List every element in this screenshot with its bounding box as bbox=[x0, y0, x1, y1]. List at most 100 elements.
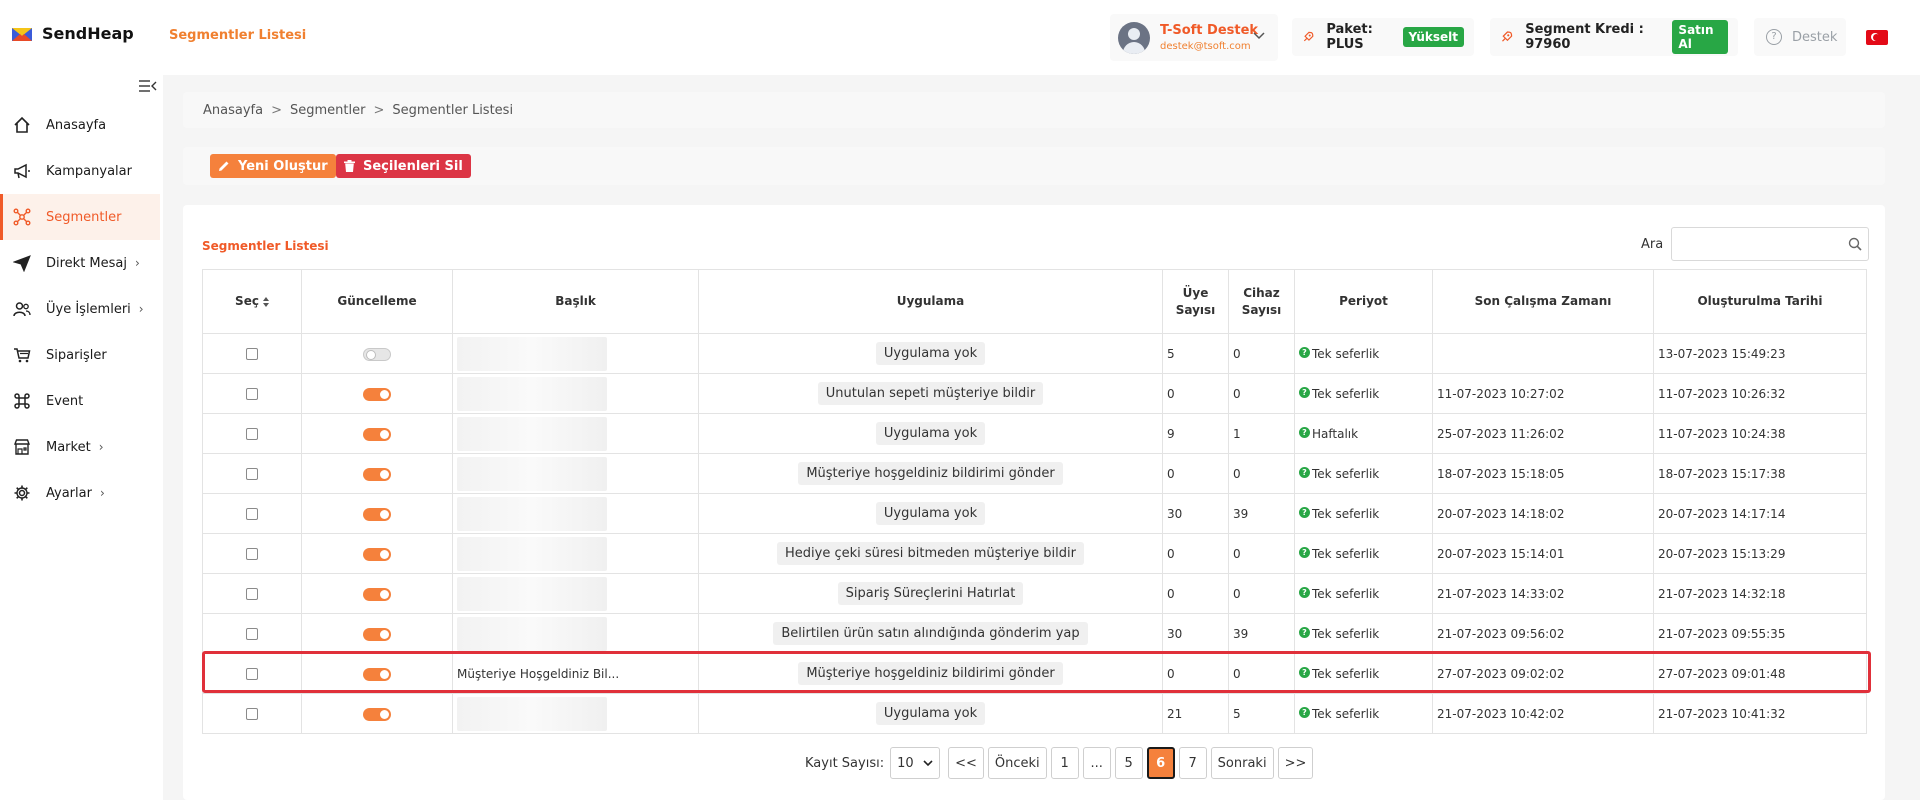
last-run-cell: 21-07-2023 09:56:02 bbox=[1432, 613, 1654, 654]
row-checkbox[interactable] bbox=[246, 428, 258, 440]
member-count-cell: 0 bbox=[1162, 533, 1229, 574]
turkish-flag-icon[interactable] bbox=[1866, 30, 1888, 45]
update-cell bbox=[301, 653, 453, 694]
breadcrumb-item-segmentler[interactable]: Segmentler bbox=[290, 103, 365, 118]
sidebar-item-kampanyalar[interactable]: Kampanyalar bbox=[0, 148, 160, 194]
application-badge: Müşteriye hoşgeldiniz bildirimi gönder bbox=[798, 462, 1063, 485]
blurred-title bbox=[457, 416, 607, 451]
column-header-select[interactable]: Seç bbox=[202, 269, 302, 334]
sidebar-item-label: Kampanyalar bbox=[46, 163, 132, 179]
sidebar-item-anasayfa[interactable]: Anasayfa bbox=[0, 102, 160, 148]
breadcrumb-item-anasayfa[interactable]: Anasayfa bbox=[203, 103, 263, 118]
table-row: Uygulama yok 21 5? Tek seferlik 21-07-2023 1… bbox=[202, 693, 1867, 734]
sidebar-item-ayarlar[interactable]: Ayarlar › bbox=[0, 470, 160, 516]
create-new-button[interactable]: Yeni Oluştur bbox=[210, 154, 336, 178]
row-checkbox[interactable] bbox=[246, 668, 258, 680]
app-logo[interactable]: SendHeap bbox=[12, 24, 134, 43]
column-header-device-count: Cihaz Sayısı bbox=[1228, 269, 1295, 334]
records-label: Kayıt Sayısı: bbox=[805, 755, 885, 771]
blurred-title bbox=[457, 496, 607, 531]
update-toggle[interactable] bbox=[363, 587, 391, 601]
blurred-title bbox=[457, 576, 607, 611]
question-icon: ? bbox=[1299, 626, 1310, 638]
search-icon[interactable] bbox=[1848, 237, 1862, 251]
update-toggle[interactable] bbox=[363, 387, 391, 401]
update-cell bbox=[301, 613, 453, 654]
application-badge: Hediye çeki süresi bitmeden müşteriye bi… bbox=[777, 542, 1084, 565]
row-checkbox[interactable] bbox=[246, 588, 258, 600]
update-toggle[interactable] bbox=[363, 547, 391, 561]
sidebar-item-siparisler[interactable]: Siparişler bbox=[0, 332, 160, 378]
update-toggle[interactable] bbox=[363, 467, 391, 481]
title-cell[interactable]: Müşteriye Hoşgeldiniz Bil... bbox=[452, 653, 699, 694]
last-run-cell bbox=[1432, 333, 1654, 374]
chevron-down-icon[interactable] bbox=[1252, 28, 1266, 42]
title-cell bbox=[452, 373, 699, 414]
pencil-icon bbox=[219, 161, 229, 171]
sidebar-item-uye-islemleri[interactable]: Üye İşlemleri › bbox=[0, 286, 160, 332]
sidebar-item-event[interactable]: Event bbox=[0, 378, 160, 424]
application-cell: Uygulama yok bbox=[698, 333, 1163, 374]
row-checkbox[interactable] bbox=[246, 468, 258, 480]
member-count-cell: 0 bbox=[1162, 653, 1229, 694]
logo-text: SendHeap bbox=[42, 24, 134, 43]
member-count-cell: 0 bbox=[1162, 573, 1229, 614]
update-toggle[interactable] bbox=[363, 507, 391, 521]
package-box: Paket: PLUS Yükselt bbox=[1292, 18, 1474, 56]
sidebar-item-direkt-mesaj[interactable]: Direkt Mesaj › bbox=[0, 240, 160, 286]
question-icon: ? bbox=[1299, 546, 1310, 558]
rocket-icon bbox=[1303, 31, 1314, 42]
sidebar-collapse-icon[interactable] bbox=[139, 79, 157, 93]
sidebar-item-market[interactable]: Market › bbox=[0, 424, 160, 470]
created-cell: 27-07-2023 09:01:48 bbox=[1653, 653, 1867, 694]
next-page-button[interactable]: Sonraki bbox=[1210, 747, 1274, 779]
store-icon bbox=[12, 437, 32, 457]
page-number-button[interactable]: 7 bbox=[1178, 747, 1207, 779]
page-number-button[interactable]: 1 bbox=[1050, 747, 1079, 779]
application-badge: Sipariş Süreçlerini Hatırlat bbox=[837, 582, 1024, 605]
delete-selected-button[interactable]: Seçilenleri Sil bbox=[336, 154, 471, 178]
previous-page-button[interactable]: Önceki bbox=[987, 747, 1047, 779]
search-label: Ara bbox=[1641, 237, 1664, 252]
select-cell bbox=[202, 373, 302, 414]
row-checkbox[interactable] bbox=[246, 508, 258, 520]
last-run-cell: 18-07-2023 15:18:05 bbox=[1432, 453, 1654, 494]
update-toggle[interactable] bbox=[363, 347, 391, 361]
sort-icon bbox=[262, 296, 269, 307]
support-button[interactable]: ? Destek bbox=[1754, 18, 1846, 56]
upgrade-button[interactable]: Yükselt bbox=[1402, 27, 1464, 47]
sidebar-item-segmentler[interactable]: Segmentler bbox=[0, 194, 160, 240]
member-count-cell: 5 bbox=[1162, 333, 1229, 374]
last-page-button[interactable]: >> bbox=[1277, 747, 1314, 779]
update-toggle[interactable] bbox=[363, 707, 391, 721]
first-page-button[interactable]: << bbox=[948, 747, 984, 779]
page-size-select[interactable]: 10 bbox=[890, 747, 941, 779]
member-count-cell: 9 bbox=[1162, 413, 1229, 454]
pagination: Kayıt Sayısı: 10 << Önceki 1... 5 6 7 Sonra… bbox=[805, 747, 1314, 779]
period-label: Tek seferlik bbox=[1312, 666, 1380, 681]
title-cell bbox=[452, 413, 699, 454]
row-checkbox[interactable] bbox=[246, 388, 258, 400]
device-count-cell: 0 bbox=[1228, 533, 1295, 574]
row-checkbox[interactable] bbox=[246, 548, 258, 560]
update-toggle[interactable] bbox=[363, 627, 391, 641]
row-checkbox[interactable] bbox=[246, 348, 258, 360]
row-checkbox[interactable] bbox=[246, 628, 258, 640]
sidebar-item-label: Segmentler bbox=[46, 209, 122, 225]
last-run-cell: 20-07-2023 15:14:01 bbox=[1432, 533, 1654, 574]
device-count-cell: 0 bbox=[1228, 453, 1295, 494]
update-cell bbox=[301, 573, 453, 614]
member-count-cell: 0 bbox=[1162, 453, 1229, 494]
update-toggle[interactable] bbox=[363, 667, 391, 681]
page-number-button[interactable]: 6 bbox=[1146, 747, 1175, 779]
update-toggle[interactable] bbox=[363, 427, 391, 441]
application-cell: Unutulan sepeti müşteriye bildir bbox=[698, 373, 1163, 414]
page-number-button[interactable]: 5 bbox=[1114, 747, 1143, 779]
search-input[interactable] bbox=[1671, 227, 1869, 261]
user-menu[interactable]: T-Soft Destek destek@tsoft.com bbox=[1110, 14, 1278, 61]
row-checkbox[interactable] bbox=[246, 708, 258, 720]
home-icon bbox=[12, 115, 32, 135]
period-label: Tek seferlik bbox=[1312, 386, 1380, 401]
cart-icon bbox=[12, 345, 32, 365]
buy-button[interactable]: Satın Al bbox=[1672, 20, 1728, 54]
